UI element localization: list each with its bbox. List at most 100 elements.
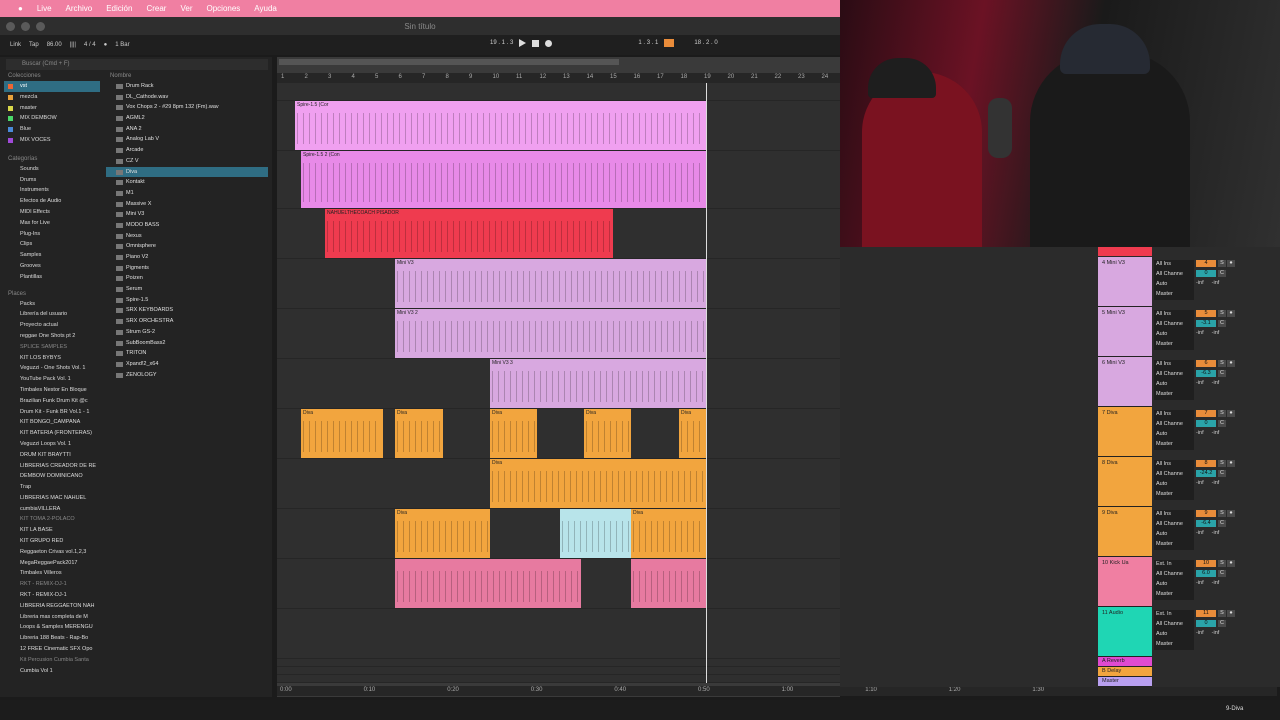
pan-knob[interactable]: C [1218,620,1226,627]
file-item[interactable]: Mini V3 [106,209,268,220]
arm-button[interactable]: ● [1227,610,1235,617]
monitor-buttons[interactable]: Auto [1154,330,1194,340]
pan-knob[interactable]: C [1218,320,1226,327]
file-item[interactable]: CZ V [106,156,268,167]
file-item[interactable]: Omnisphere [106,241,268,252]
monitor-buttons[interactable]: Auto [1154,280,1194,290]
clip[interactable] [395,559,581,608]
places-item[interactable]: DRUM KIT BRAYTTI [4,450,100,461]
arm-button[interactable]: ● [1227,510,1235,517]
file-item[interactable]: Strum GS-2 [106,327,268,338]
volume-field[interactable]: -24.2 [1196,470,1216,477]
places-item[interactable]: 12 FREE Cinematic SFX Opo [4,644,100,655]
places-item[interactable]: cumbiaVILLERA [4,504,100,515]
return-track-header[interactable]: B Delay [1098,667,1152,677]
link-button[interactable]: Link [10,42,21,48]
file-item[interactable]: MODO BASS [106,220,268,231]
places-item[interactable]: RKT - REMIX-DJ-1 [4,579,100,590]
places-item[interactable]: Kit Percusion Cumbia Santa [4,655,100,666]
input-channel-select[interactable]: All Channe [1154,420,1194,430]
track-lane[interactable]: Spire-1.5 2 (Con [277,151,840,209]
category-item[interactable]: MIDI Effects [4,207,100,218]
file-item[interactable]: M1 [106,188,268,199]
places-item[interactable]: RKT - REMIX-DJ-1 [4,590,100,601]
places-item[interactable]: YouTube Pack Vol. 1 [4,374,100,385]
places-item[interactable]: Timbales Villeros [4,568,100,579]
places-item[interactable]: LIBRERIAS MAC NAHUEL [4,493,100,504]
mixer-track-header[interactable]: 6 Mini V3 [1098,357,1152,407]
solo-button[interactable]: S [1218,310,1226,317]
places-item[interactable]: Drum Kit - Funk BR Vol.1 - 1 [4,407,100,418]
track-activator[interactable]: 11 [1196,610,1216,617]
solo-button[interactable]: S [1218,260,1226,267]
category-item[interactable]: Grooves [4,261,100,272]
file-item[interactable]: Xpand!2_x64 [106,359,268,370]
arm-button[interactable]: ● [1227,460,1235,467]
volume-field[interactable]: 0 [1196,420,1216,427]
places-item[interactable]: KIT LA BASE [4,525,100,536]
volume-field[interactable]: -3.1 [1196,320,1216,327]
volume-field[interactable]: 0 [1196,620,1216,627]
clip[interactable] [560,509,631,558]
loop-start-field[interactable]: 1 . 3 . 1 [638,40,658,46]
track-lane[interactable]: Diva [277,459,840,509]
pan-knob[interactable]: C [1218,470,1226,477]
input-type-select[interactable]: All Ins [1154,510,1194,520]
file-item[interactable]: Pigments [106,263,268,274]
file-item[interactable]: Diva [106,166,268,178]
stop-button[interactable] [532,39,540,47]
file-item[interactable]: Analog Lab V [106,134,268,145]
overview-bar[interactable] [279,59,619,65]
arm-button[interactable]: ● [1227,410,1235,417]
track-lane[interactable] [277,83,840,101]
tap-button[interactable]: Tap [29,42,39,48]
menu-ver[interactable]: Ver [180,4,192,13]
places-item[interactable]: LIBRERIA REGGAETON NAH [4,601,100,612]
mixer-track-header[interactable]: 11 Audio [1098,607,1152,657]
input-channel-select[interactable]: All Channe [1154,570,1194,580]
places-item[interactable]: Proyecto actual [4,320,100,331]
browser-search-input[interactable]: Buscar (Cmd + F) [6,59,268,70]
mixer-track-header[interactable]: 8 Diva [1098,457,1152,507]
collection-item[interactable]: master [4,103,100,114]
category-item[interactable]: Sounds [4,164,100,175]
return-track-header[interactable]: A Reverb [1098,657,1152,667]
output-select[interactable]: Master [1154,490,1194,500]
mixer-track-header[interactable]: 4 Mini V3 [1098,257,1152,307]
menu-crear[interactable]: Crear [146,4,166,13]
volume-field[interactable]: -6.4 [1196,520,1216,527]
name-column-header[interactable]: Nombre [106,71,268,81]
menu-opciones[interactable]: Opciones [207,4,241,13]
places-item[interactable]: KIT GRUPO RED [4,536,100,547]
clip[interactable]: NAHUELTHECOACH PISADOR [325,209,613,258]
track-activator[interactable]: 9 [1196,510,1216,517]
pan-knob[interactable]: C [1218,420,1226,427]
loop-toggle-icon[interactable] [664,39,675,47]
return-track-header[interactable]: Master [1098,677,1152,687]
places-item[interactable]: reggae One Shots pt 2 [4,331,100,342]
metronome-icon[interactable]: |||| [70,42,76,48]
clip[interactable]: Diva [679,409,707,458]
clip[interactable]: Diva [301,409,383,458]
input-type-select[interactable]: Ext. In [1154,560,1194,570]
file-item[interactable]: Nexus [106,231,268,242]
menu-ayuda[interactable]: Ayuda [254,4,277,13]
category-item[interactable]: Efectos de Audio [4,196,100,207]
solo-button[interactable]: S [1218,460,1226,467]
loop-length-field[interactable]: 18 . 2 . 0 [694,40,717,46]
input-channel-select[interactable]: All Channe [1154,620,1194,630]
track-lane[interactable]: Diva Diva Diva Diva Diva [277,409,840,459]
track-lane[interactable]: Diva Diva [277,509,840,559]
solo-button[interactable]: S [1218,510,1226,517]
file-item[interactable]: Massive X [106,199,268,210]
arm-button[interactable]: ● [1227,560,1235,567]
time-ruler[interactable]: 0:00 0:10 0:20 0:30 0:40 0:50 1:00 1:10 1:20 1:30 [277,686,1277,696]
monitor-buttons[interactable]: Auto [1154,480,1194,490]
collection-item[interactable]: Blue [4,124,100,135]
category-item[interactable]: Plantillas [4,272,100,283]
input-channel-select[interactable]: All Channe [1154,520,1194,530]
mixer-track-header[interactable]: 10 Kick Ua [1098,557,1152,607]
file-item[interactable]: Vox Chops 2 - #29 8pm 132 (Fm).wav [106,102,268,113]
mixer-track-header[interactable]: 7 Diva [1098,407,1152,457]
track-lane[interactable]: Spire-1.5 (Cor [277,101,840,151]
